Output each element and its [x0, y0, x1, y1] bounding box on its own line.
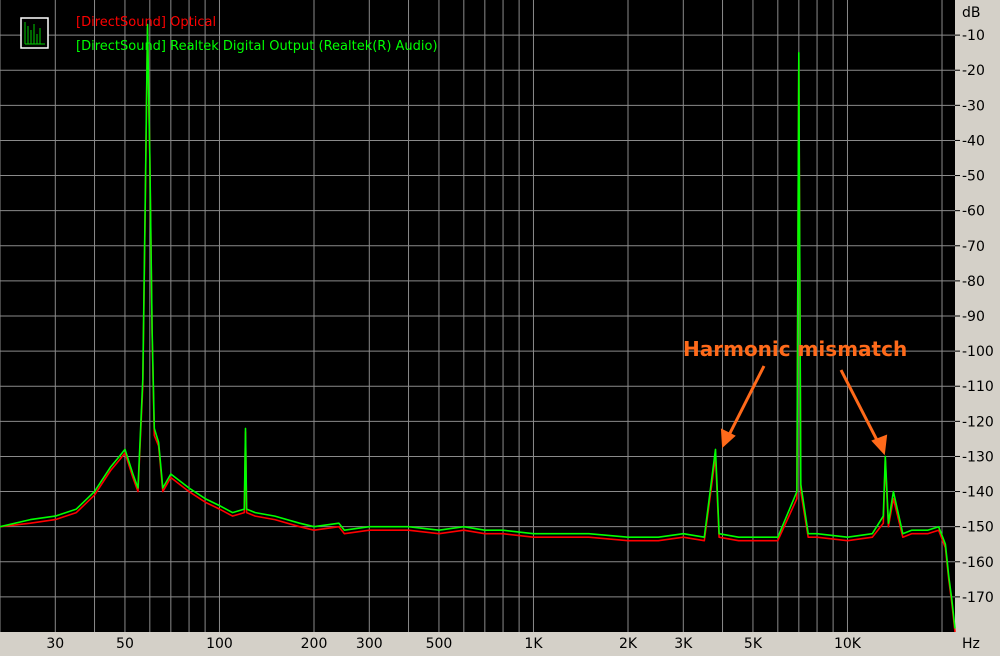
x-axis-unit: Hz — [962, 636, 980, 652]
y-tick-label: -50 — [962, 169, 985, 185]
annotation-label: Harmonic mismatch — [683, 337, 907, 361]
y-tick-label: -120 — [962, 414, 994, 430]
y-tick-label: -90 — [962, 309, 985, 325]
spectrum-analyzer: [DirectSound] Optical [DirectSound] Real… — [0, 0, 1000, 656]
y-tick-label: -140 — [962, 485, 994, 501]
x-tick-label: 10K — [834, 636, 862, 652]
y-axis-unit: dB — [962, 5, 981, 21]
y-tick-label: -60 — [962, 204, 985, 220]
y-tick-label: -150 — [962, 520, 994, 536]
x-tick-label: 5K — [744, 636, 763, 652]
y-tick-label: -40 — [962, 133, 985, 149]
y-tick-label: -70 — [962, 239, 985, 255]
y-tick-label: -100 — [962, 344, 994, 360]
x-tick-label: 30 — [46, 636, 64, 652]
y-tick-label: -110 — [962, 379, 994, 395]
x-tick-label: 300 — [356, 636, 383, 652]
x-tick-label: 1K — [524, 636, 543, 652]
y-tick-label: -80 — [962, 274, 985, 290]
y-tick-label: -10 — [962, 28, 985, 44]
y-tick-label: -170 — [962, 590, 994, 606]
y-tick-label: -130 — [962, 449, 994, 465]
x-tick-label: 50 — [116, 636, 134, 652]
x-tick-label: 200 — [301, 636, 328, 652]
x-tick-label: 2K — [619, 636, 638, 652]
x-tick-label: 500 — [426, 636, 453, 652]
x-tick-label: 100 — [206, 636, 233, 652]
x-tick-label: 3K — [674, 636, 693, 652]
legend-series-optical: [DirectSound] Optical — [76, 15, 216, 30]
y-tick-label: -30 — [962, 98, 985, 114]
y-tick-label: -160 — [962, 555, 994, 571]
y-tick-label: -20 — [962, 63, 985, 79]
legend-series-realtek: [DirectSound] Realtek Digital Output (Re… — [76, 39, 438, 54]
